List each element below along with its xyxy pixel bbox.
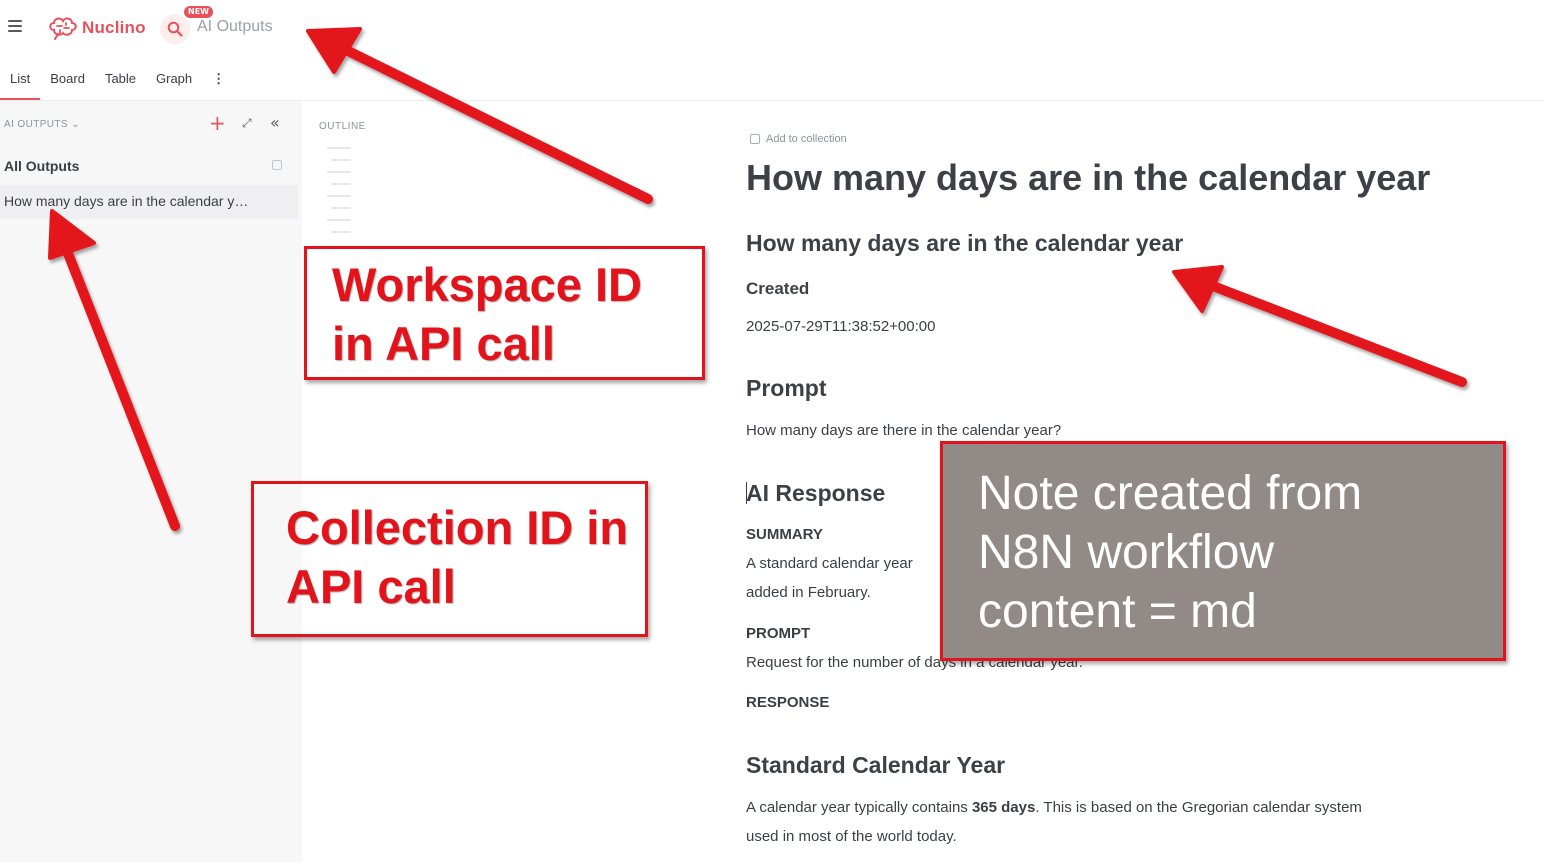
page-title[interactable]: How many days are in the calendar year [746, 157, 1430, 199]
outline-item[interactable] [327, 195, 351, 197]
add-to-collection-button[interactable]: Add to collection [750, 133, 847, 145]
callout-line: Collection ID in [286, 501, 629, 554]
section-heading: Standard Calendar Year [746, 752, 1006, 778]
menu-icon[interactable] [8, 20, 22, 32]
add-to-collection-label: Add to collection [766, 133, 847, 145]
outline-item[interactable] [331, 231, 351, 233]
collapse-icon[interactable]: « [270, 113, 280, 132]
outline-item[interactable] [331, 207, 351, 209]
body-paragraph-line-1: A calendar year typically contains 365 d… [746, 799, 1362, 816]
summary-text-1: A standard calendar year [746, 555, 913, 572]
outline-item[interactable] [327, 171, 351, 173]
sidebar-section-label[interactable]: AI OUTPUTS ⌄ [4, 119, 80, 130]
arrow-note [1172, 265, 1467, 387]
callout-line: Workspace ID [332, 258, 642, 311]
callout-line: in API call [332, 316, 555, 370]
workspace-name[interactable]: AI Outputs [197, 18, 273, 36]
sidebar-section-label-text: AI OUTPUTS [4, 119, 69, 130]
collection-icon [750, 134, 760, 144]
top-bar: Nuclino NEW AI Outputs [0, 0, 1544, 58]
prompt-heading: Prompt [746, 375, 827, 401]
copy-icon[interactable] [272, 160, 282, 170]
summary-text-2: added in February. [746, 584, 871, 601]
callout-line: content = md [978, 585, 1257, 638]
workspace-id-callout-text: Workspace ID in API call [332, 256, 642, 374]
outline-item[interactable] [331, 159, 351, 161]
search-button[interactable] [160, 14, 190, 44]
chevron-down-icon: ⌄ [71, 119, 80, 130]
view-tabs: List Board Table Graph ⋮ [0, 62, 226, 100]
collection-id-callout-text: Collection ID in API call [286, 499, 628, 617]
tab-board[interactable]: Board [40, 62, 95, 100]
callout-line: Note created from [978, 467, 1363, 520]
body-text: . This is based on the Gregorian calenda… [1035, 799, 1362, 816]
tab-table[interactable]: Table [95, 62, 146, 100]
outline-label: OUTLINE [319, 121, 366, 132]
ai-response-heading: AI Response [746, 480, 886, 506]
note-created-callout-text: Note created from N8N workflow content =… [978, 464, 1362, 641]
search-icon [167, 21, 183, 37]
new-badge: NEW [184, 6, 213, 18]
created-value: 2025-07-29T11:38:52+00:00 [746, 318, 936, 335]
summary-label: SUMMARY [746, 526, 823, 543]
body-paragraph-line-2: used in most of the world today. [746, 828, 957, 845]
outline-item[interactable] [327, 219, 351, 221]
callout-line: N8N workflow [978, 526, 1275, 579]
sidebar-item[interactable]: How many days are in the calendar y… [0, 185, 298, 219]
prompt-label: PROMPT [746, 625, 811, 642]
callout-line: API call [286, 559, 456, 613]
app-name: Nuclino [82, 18, 146, 37]
heading-main: How many days are in the calendar year [746, 230, 1184, 256]
created-label: Created [746, 279, 810, 298]
tab-graph[interactable]: Graph [146, 62, 202, 100]
all-outputs-item[interactable]: All Outputs [4, 158, 79, 174]
body-text: A calendar year typically contains [746, 799, 972, 816]
prompt-text: How many days are there in the calendar … [746, 422, 1062, 439]
tab-list[interactable]: List [0, 62, 41, 100]
nuclino-brain-logo [49, 17, 77, 40]
more-options-icon[interactable]: ⋮ [202, 62, 226, 100]
outline-item[interactable] [327, 147, 351, 149]
expand-icon[interactable]: ⤢ [242, 116, 252, 131]
app-logo[interactable]: Nuclino [48, 14, 146, 42]
body-bold-text: 365 days [971, 799, 1036, 816]
plus-icon[interactable]: + [209, 113, 226, 133]
outline-item[interactable] [331, 183, 351, 185]
response-label: RESPONSE [746, 694, 830, 711]
